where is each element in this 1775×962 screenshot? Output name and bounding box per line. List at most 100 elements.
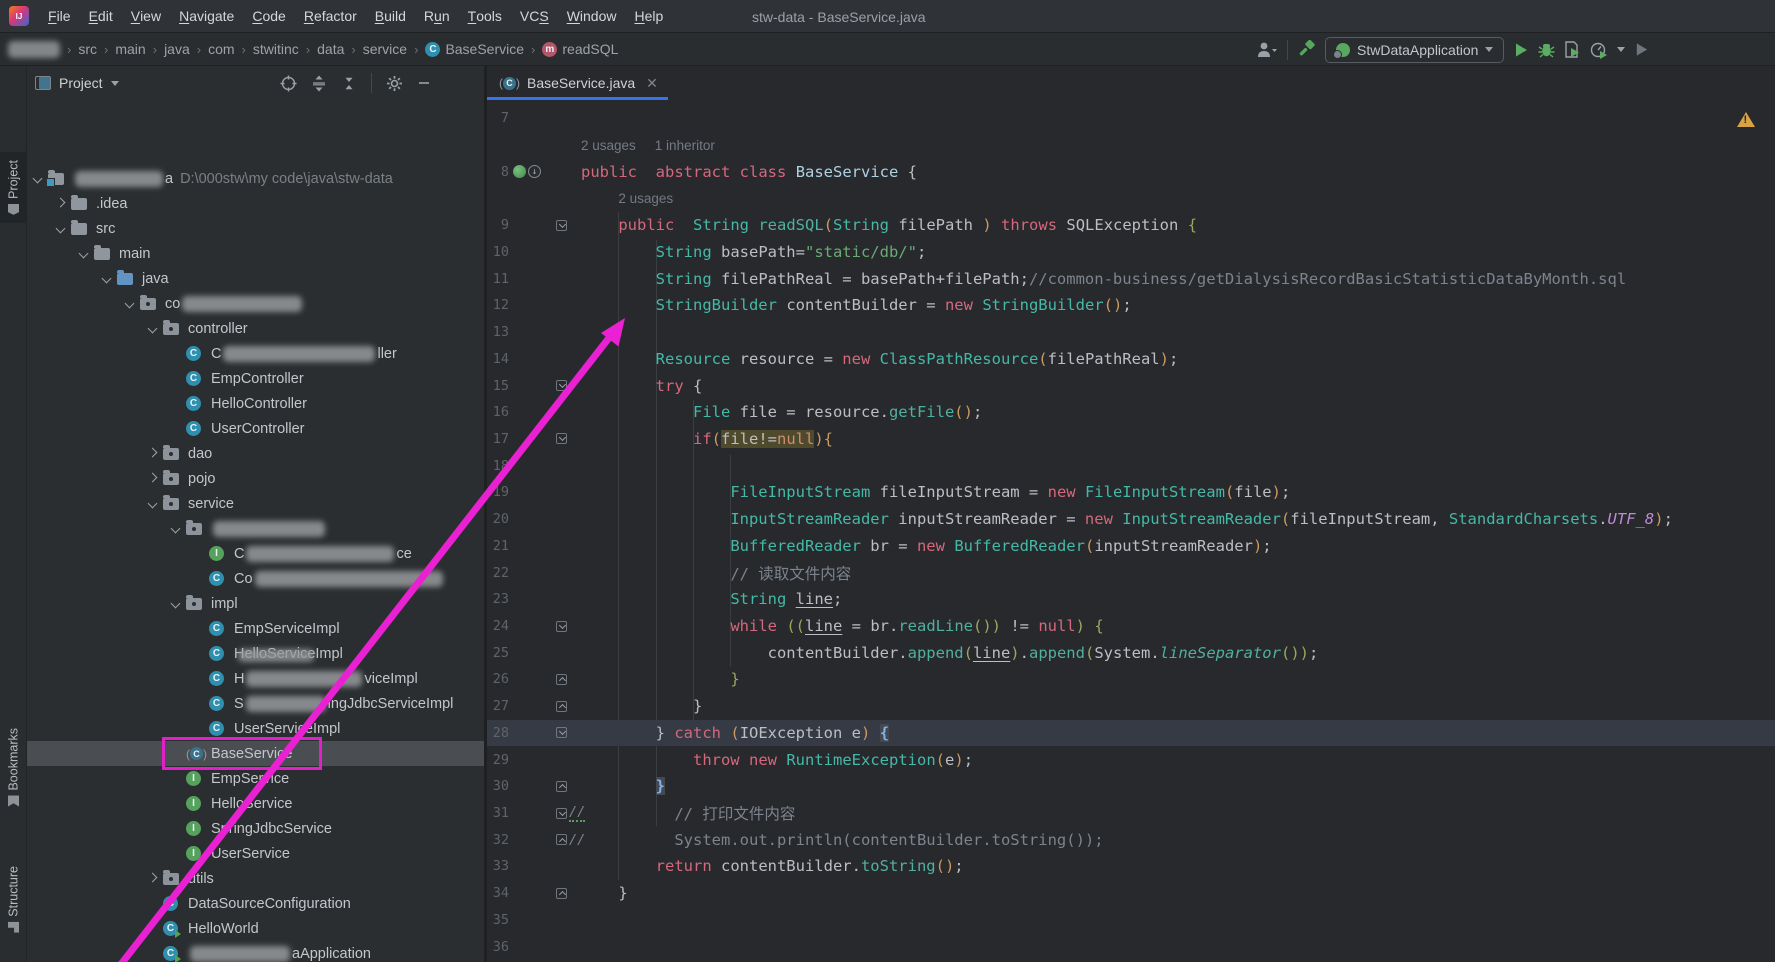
code-line-27[interactable]: 27 }: [487, 693, 1775, 720]
menu-navigate[interactable]: Navigate: [170, 0, 243, 33]
profiler-button[interactable]: [1590, 41, 1608, 59]
tree-chevron-icon[interactable]: [143, 866, 163, 891]
code-line-15[interactable]: 15 try {: [487, 372, 1775, 399]
fold-marker-icon[interactable]: [556, 219, 567, 231]
tree-item-usercontroller[interactable]: C UserController: [27, 416, 484, 441]
code-line-28[interactable]: 28 } catch (IOException e) {: [487, 719, 1775, 747]
tree-item-singjdbcserviceimpl[interactable]: C SingJdbcServiceImpl: [27, 691, 484, 716]
tree-item-utils[interactable]: utils: [27, 866, 484, 891]
fold-marker-icon[interactable]: [556, 780, 567, 792]
run-with-coverage-button[interactable]: [1564, 41, 1581, 58]
fold-marker-icon[interactable]: [556, 673, 567, 685]
breadcrumb-item-readsql[interactable]: m readSQL: [542, 41, 618, 57]
tree-item-springjdbcservice[interactable]: I SpringJdbcService: [27, 816, 484, 841]
code-line-10[interactable]: 10 String basePath="static/db/";: [487, 239, 1775, 266]
code-line-34[interactable]: 34 }: [487, 880, 1775, 907]
tree-chevron-icon[interactable]: [120, 291, 140, 316]
tree-item-cller[interactable]: C Cller: [27, 341, 484, 366]
tree-item-empserviceimpl[interactable]: C EmpServiceImpl: [27, 616, 484, 641]
fold-marker-icon[interactable]: [556, 380, 567, 392]
tree-item-service[interactable]: service: [27, 491, 484, 516]
tool-window-structure[interactable]: Structure: [0, 866, 27, 933]
inlay-hint-row[interactable]: 2 usages: [487, 185, 1775, 212]
tree-item-baseservice[interactable]: (C) BaseService: [27, 737, 484, 770]
inlay-hint[interactable]: 2 usages: [581, 138, 636, 153]
user-account-icon[interactable]: [1256, 41, 1278, 59]
code-line-14[interactable]: 14 Resource resource = new ClassPathReso…: [487, 345, 1775, 372]
tree-chevron-icon[interactable]: [74, 241, 94, 266]
fold-marker-icon[interactable]: [556, 834, 567, 846]
tree-item-aapplication[interactable]: CaApplication: [27, 941, 484, 962]
editor-area[interactable]: (C) BaseService.java ✕ 7 2 usages 1 inheri…: [487, 66, 1775, 962]
fold-marker-icon[interactable]: [556, 807, 567, 819]
tree-chevron-icon[interactable]: [51, 191, 71, 216]
breadcrumb-item-java[interactable]: java: [164, 41, 190, 57]
tree-chevron-icon[interactable]: [143, 466, 163, 491]
breadcrumb-item-service[interactable]: service: [363, 41, 407, 57]
tree-item-helloservice[interactable]: I HelloService: [27, 791, 484, 816]
tree-item-datasourceconfiguration[interactable]: C DataSourceConfiguration: [27, 891, 484, 916]
tree-chevron-icon[interactable]: [143, 491, 163, 516]
code-line-16[interactable]: 16 File file = resource.getFile();: [487, 399, 1775, 426]
code-line-8[interactable]: 8 ↓ public abstract class BaseService {: [487, 158, 1775, 185]
code-line-33[interactable]: 33 return contentBuilder.toString();: [487, 853, 1775, 880]
code-line-19[interactable]: 19 FileInputStream fileInputStream = new…: [487, 479, 1775, 506]
tree-chevron-icon[interactable]: [166, 591, 186, 616]
tree-item-userserviceimpl[interactable]: C UserServiceImpl: [27, 716, 484, 741]
collapse-all-icon[interactable]: [341, 75, 357, 92]
build-hammer-icon[interactable]: [1297, 40, 1316, 59]
tree-item-empcontroller[interactable]: C EmpController: [27, 366, 484, 391]
code-line-7[interactable]: 7: [487, 105, 1775, 132]
chevron-down-icon[interactable]: [1617, 47, 1626, 52]
fold-marker-icon[interactable]: [556, 727, 567, 739]
code-line-9[interactable]: 9 public String readSQL(String filePath …: [487, 212, 1775, 239]
code-line-17[interactable]: 17 if(file!=null){: [487, 426, 1775, 453]
tree-item-impl[interactable]: impl: [27, 591, 484, 616]
run-configuration-select[interactable]: StwDataApplication: [1325, 36, 1505, 63]
run-anything-button-disabled[interactable]: [1634, 42, 1649, 57]
code-line-25[interactable]: 25 contentBuilder.append(line).append(Sy…: [487, 639, 1775, 666]
menu-edit[interactable]: Edit: [80, 0, 122, 33]
settings-gear-icon[interactable]: [386, 75, 403, 92]
tree-item-.idea[interactable]: .idea: [27, 191, 484, 216]
tree-item-userservice[interactable]: I UserService: [27, 841, 484, 866]
tree-item-redacted[interactable]: [27, 516, 484, 541]
run-button[interactable]: [1513, 42, 1529, 58]
code-line-13[interactable]: 13: [487, 319, 1775, 346]
expand-all-icon[interactable]: [311, 75, 327, 92]
breadcrumb-item-com[interactable]: com: [208, 41, 234, 57]
tool-window-project[interactable]: Project: [0, 152, 27, 223]
code-line-30[interactable]: 30 }: [487, 773, 1775, 800]
tree-chevron-icon[interactable]: [143, 441, 163, 466]
code-line-24[interactable]: 24 while ((line = br.readLine()) != null…: [487, 613, 1775, 640]
tool-window-bookmarks[interactable]: Bookmarks: [0, 728, 27, 807]
menu-file[interactable]: File: [39, 0, 80, 33]
debug-button[interactable]: [1538, 41, 1555, 58]
inlay-hint[interactable]: 2 usages: [618, 191, 673, 206]
tree-chevron-icon[interactable]: [143, 316, 163, 341]
tree-chevron-icon[interactable]: [97, 266, 117, 291]
hide-panel-icon[interactable]: [417, 76, 431, 90]
menu-refactor[interactable]: Refactor: [295, 0, 366, 33]
tree-item-dao[interactable]: dao: [27, 441, 484, 466]
implemented-by-gutter-icon[interactable]: ↓: [528, 165, 541, 179]
fold-marker-icon[interactable]: [556, 700, 567, 712]
breadcrumb-item-main[interactable]: main: [115, 41, 145, 57]
code-line-29[interactable]: 29 throw new RuntimeException(e);: [487, 746, 1775, 773]
tree-item-java[interactable]: java: [27, 266, 484, 291]
code-line-23[interactable]: 23 String line;: [487, 586, 1775, 613]
close-tab-icon[interactable]: ✕: [646, 75, 658, 92]
tree-item-a[interactable]: a D:\000stw\my code\java\stw-data: [27, 166, 484, 191]
code-line-36[interactable]: 36: [487, 933, 1775, 960]
tree-chevron-icon[interactable]: [166, 516, 186, 541]
tree-chevron-icon[interactable]: [28, 166, 48, 191]
inspection-warning-icon[interactable]: [1737, 112, 1755, 127]
inlay-hint[interactable]: 1 inheritor: [655, 138, 715, 153]
tree-chevron-icon[interactable]: [51, 216, 71, 241]
code-line-32[interactable]: 32// System.out.println(contentBuilder.t…: [487, 826, 1775, 853]
code-line-20[interactable]: 20 InputStreamReader inputStreamReader =…: [487, 506, 1775, 533]
code-line-22[interactable]: 22 // 读取文件内容: [487, 559, 1775, 586]
breadcrumb-item-stwitinc[interactable]: stwitinc: [253, 41, 299, 57]
breadcrumb-item-baseservice[interactable]: C BaseService: [425, 41, 524, 57]
menu-help[interactable]: Help: [626, 0, 673, 33]
